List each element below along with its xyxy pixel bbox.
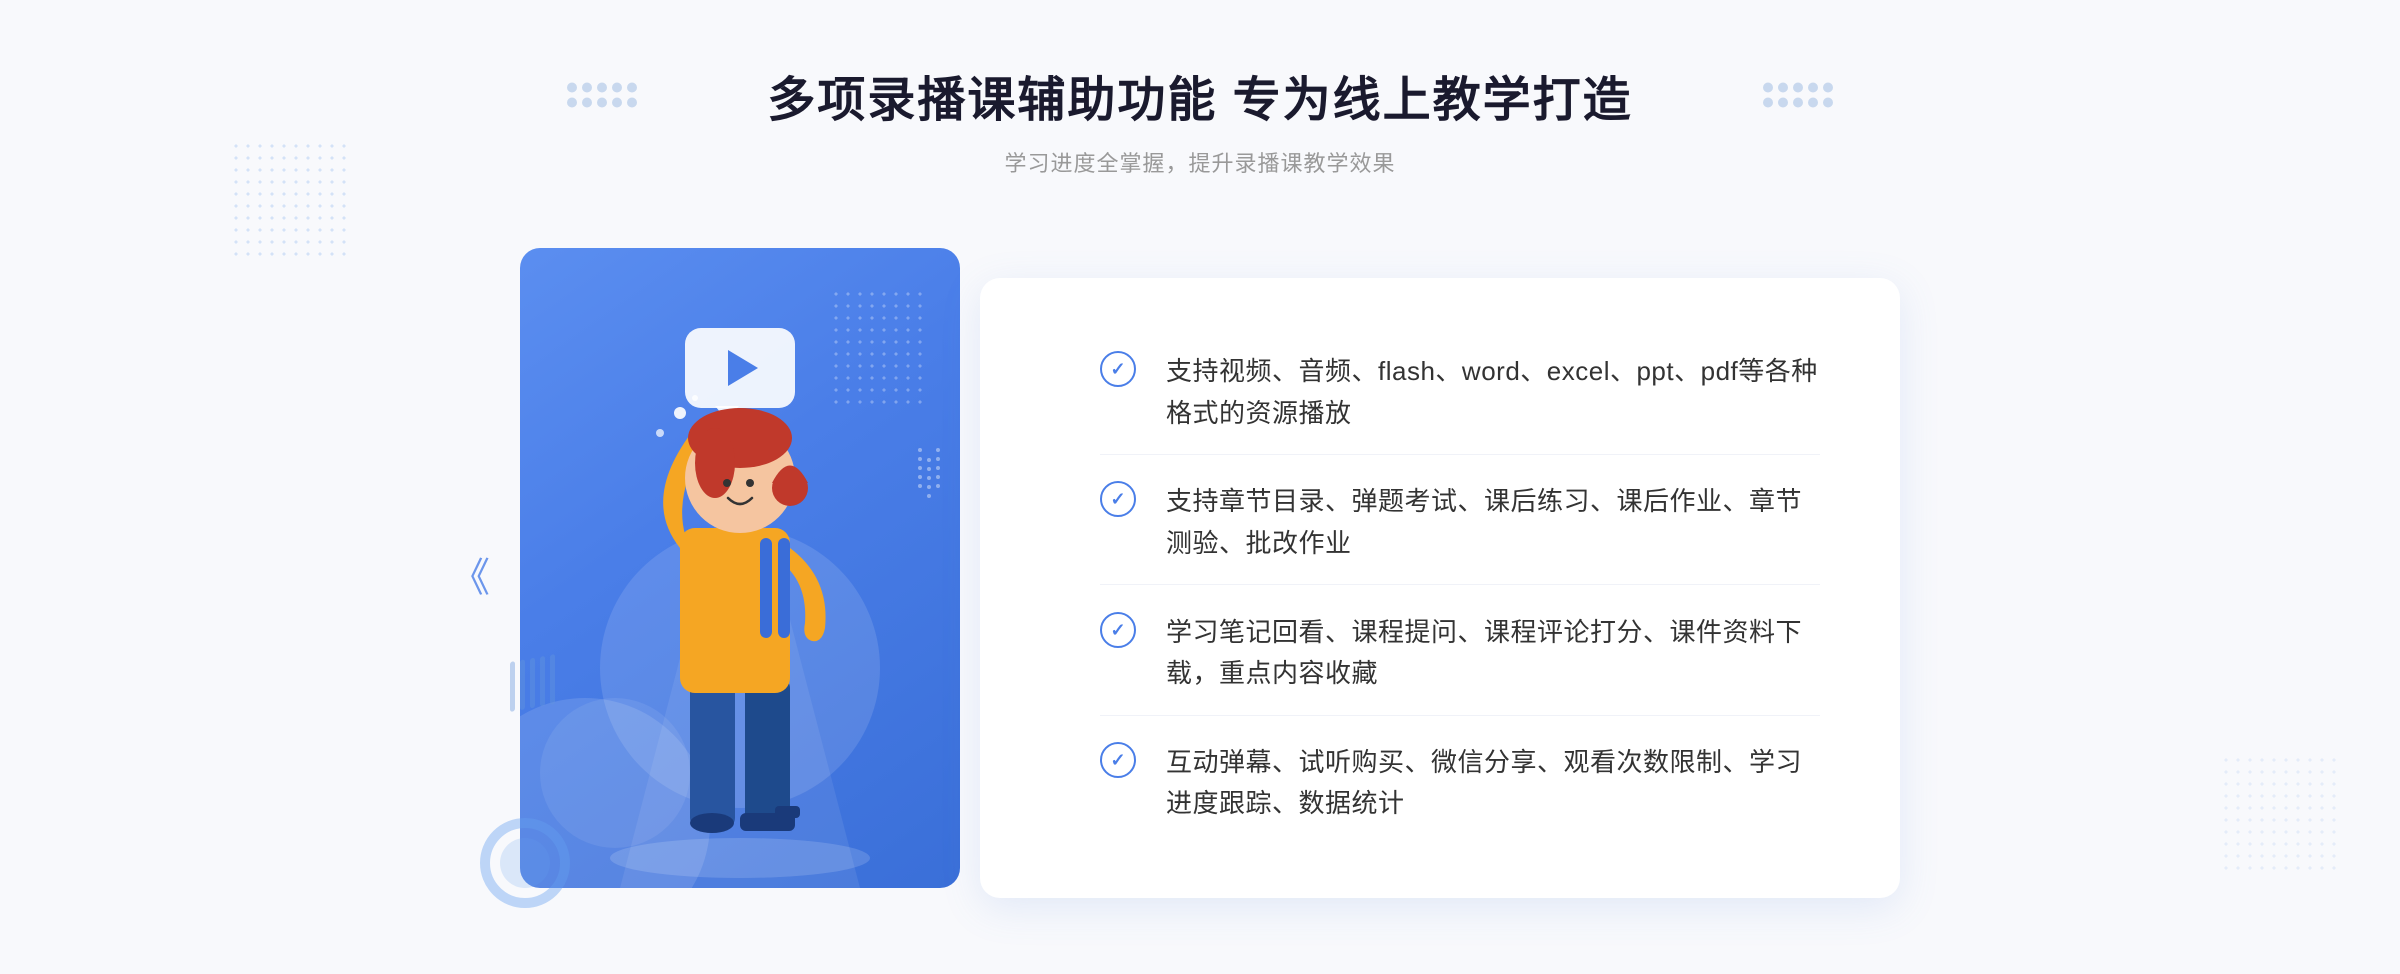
header-deco-dots-left	[567, 83, 637, 108]
stripe-lines-left	[510, 658, 555, 708]
feature-item-4: ✓ 互动弹幕、试听购买、微信分享、观看次数限制、学习进度跟踪、数据统计	[1100, 722, 1820, 845]
feature-item-1: ✓ 支持视频、音频、flash、word、excel、ppt、pdf等各种格式的…	[1100, 331, 1820, 455]
header-deco-dots-right	[1763, 83, 1833, 108]
feature-text-3: 学习笔记回看、课程提问、课程评论打分、课件资料下载，重点内容收藏	[1166, 612, 1820, 695]
check-mark-1: ✓	[1110, 360, 1125, 378]
illustration-area: 《	[500, 228, 1020, 928]
check-icon-1: ✓	[1100, 351, 1136, 387]
feature-text-1: 支持视频、音频、flash、word、excel、ppt、pdf等各种格式的资源…	[1166, 351, 1820, 434]
check-icon-4: ✓	[1100, 742, 1136, 778]
page-container: 多项录播课辅助功能 专为线上教学打造 学习进度全掌握，提升录播课教学效果	[0, 0, 2400, 974]
bottom-deco-circles	[480, 818, 570, 908]
person-illustration-svg	[520, 248, 960, 888]
main-content: 《 ✓	[500, 228, 1900, 948]
check-icon-3: ✓	[1100, 612, 1136, 648]
header-section: 多项录播课辅助功能 专为线上教学打造 学习进度全掌握，提升录播课教学效果	[767, 0, 1632, 218]
check-mark-3: ✓	[1110, 621, 1125, 639]
feature-text-4: 互动弹幕、试听购买、微信分享、观看次数限制、学习进度跟踪、数据统计	[1166, 742, 1820, 825]
feature-item-3: ✓ 学习笔记回看、课程提问、课程评论打分、课件资料下载，重点内容收藏	[1100, 592, 1820, 716]
check-mark-2: ✓	[1110, 490, 1125, 508]
feature-card: ✓ 支持视频、音频、flash、word、excel、ppt、pdf等各种格式的…	[980, 278, 1900, 898]
decorative-dots-right	[2220, 754, 2340, 874]
blue-card-background	[520, 248, 960, 888]
feature-item-2: ✓ 支持章节目录、弹题考试、课后练习、课后作业、章节测验、批改作业	[1100, 461, 1820, 585]
check-mark-4: ✓	[1110, 751, 1125, 769]
feature-text-2: 支持章节目录、弹题考试、课后练习、课后作业、章节测验、批改作业	[1166, 481, 1820, 564]
chevron-left-arrows: 《	[450, 558, 490, 598]
check-icon-2: ✓	[1100, 481, 1136, 517]
decorative-dots-left	[230, 140, 350, 260]
page-subtitle: 学习进度全掌握，提升录播课教学效果	[767, 146, 1632, 178]
main-title: 多项录播课辅助功能 专为线上教学打造	[767, 60, 1632, 130]
